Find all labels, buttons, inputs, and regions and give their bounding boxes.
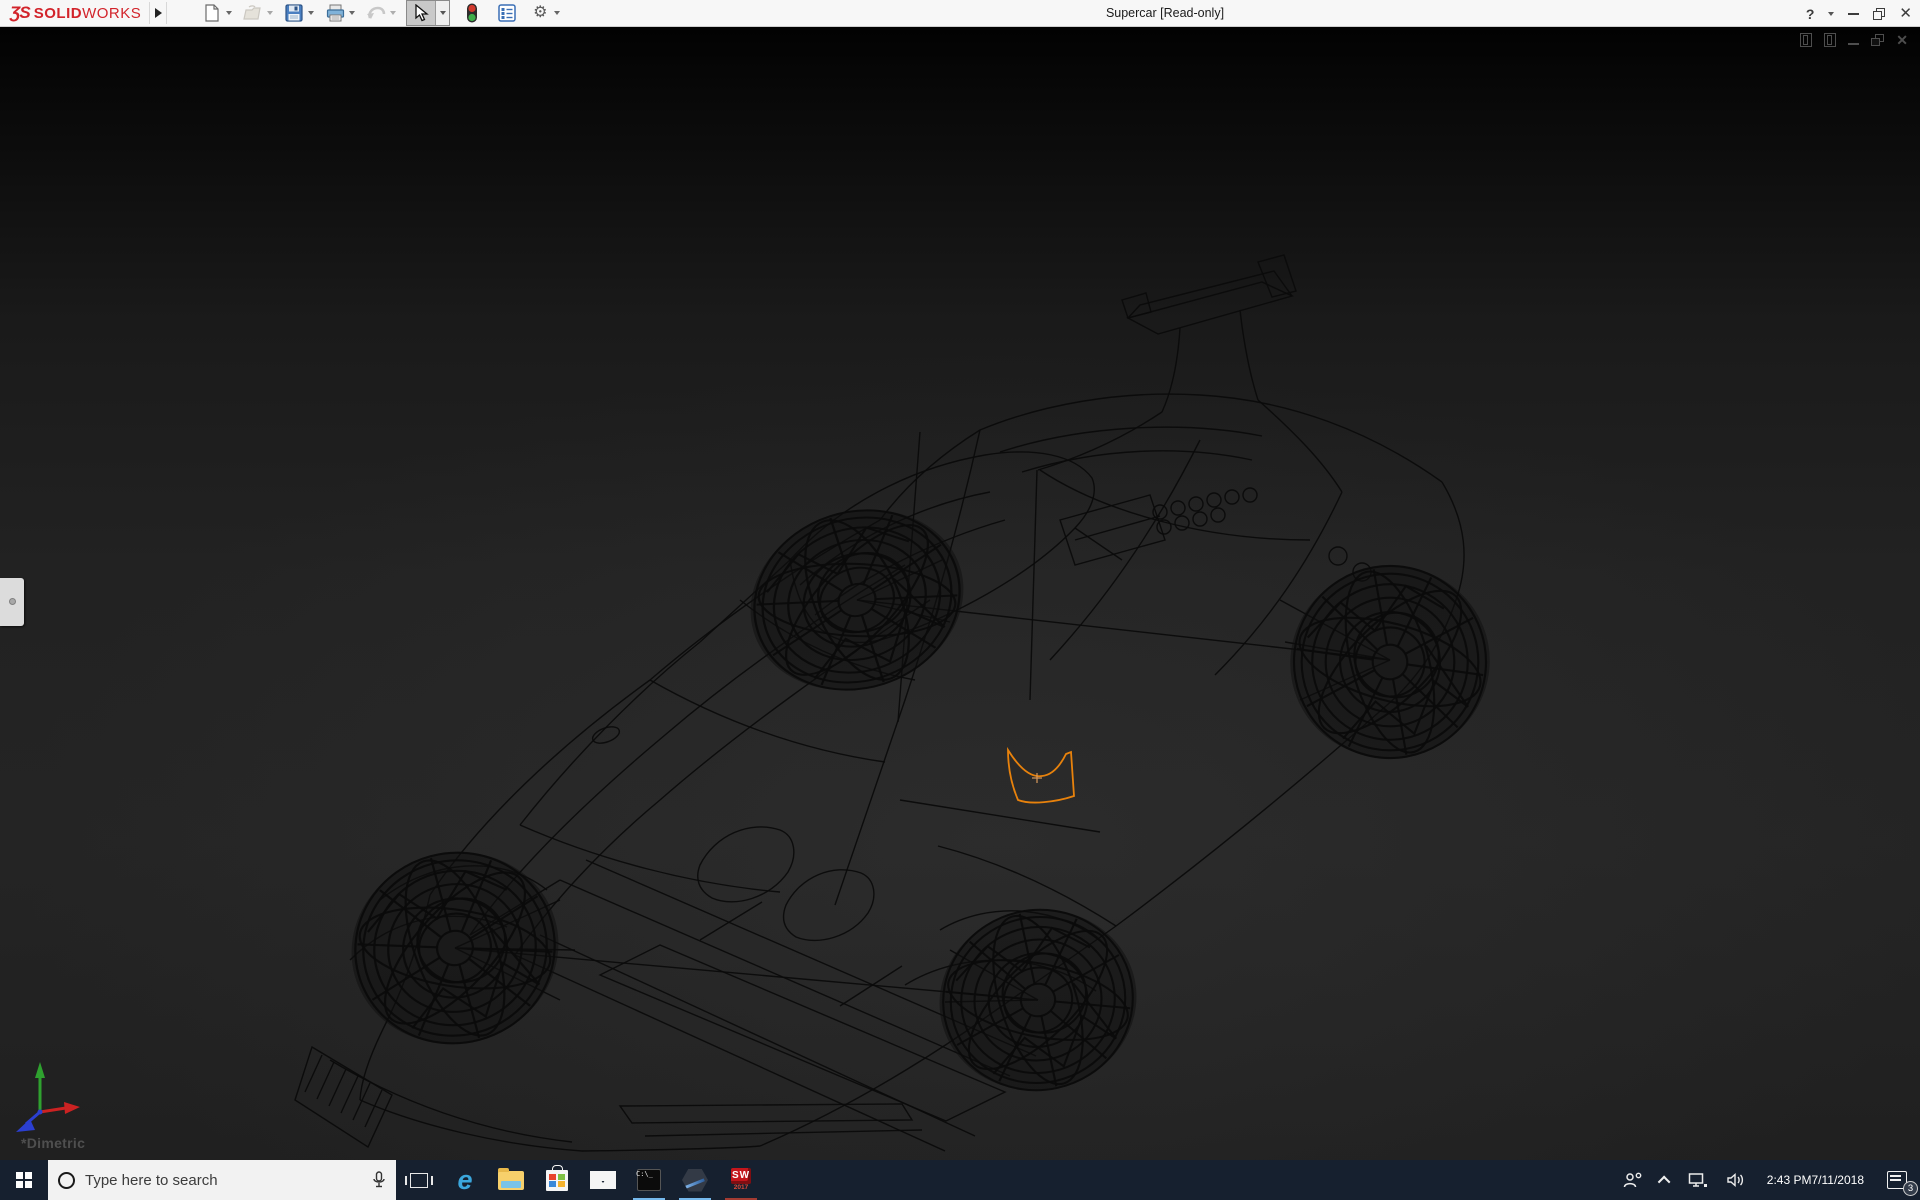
- cortana-icon: [58, 1172, 75, 1189]
- clock-time: 2:43 PM: [1767, 1173, 1812, 1188]
- wheel-rear-left: [726, 483, 988, 718]
- new-document-button[interactable]: [201, 1, 223, 25]
- gear-icon: ⚙: [533, 5, 547, 21]
- document-window-controls: ✕: [1800, 33, 1908, 47]
- mail-icon: [590, 1171, 616, 1189]
- graphics-viewport[interactable]: ✕: [0, 27, 1920, 1160]
- task-view-icon: [410, 1173, 428, 1188]
- file-properties-button[interactable]: [496, 1, 518, 25]
- clock-date: 7/11/2018: [1812, 1173, 1865, 1188]
- options-dropdown[interactable]: [551, 1, 563, 25]
- help-button[interactable]: ?: [1806, 6, 1815, 22]
- quick-access-toolbar: ⚙: [201, 0, 570, 26]
- hexagon-app-button[interactable]: [672, 1160, 718, 1200]
- solidworks-2017-button[interactable]: SW 2017: [718, 1160, 764, 1200]
- open-button[interactable]: [242, 1, 264, 25]
- save-dropdown[interactable]: [305, 1, 317, 25]
- menu-flyout-button[interactable]: [149, 2, 167, 24]
- file-explorer-button[interactable]: [488, 1160, 534, 1200]
- help-dropdown[interactable]: [1828, 12, 1834, 16]
- minimize-button[interactable]: [1848, 13, 1859, 15]
- ds-logo-icon: ƷS: [10, 3, 30, 23]
- wheel-front-left: [329, 829, 581, 1067]
- notification-badge: 3: [1903, 1181, 1918, 1196]
- people-icon: [1623, 1172, 1643, 1188]
- new-document-dropdown[interactable]: [223, 1, 235, 25]
- options-button[interactable]: ⚙: [529, 1, 551, 25]
- store-button[interactable]: [534, 1160, 580, 1200]
- undo-dropdown[interactable]: [387, 1, 399, 25]
- chevron-up-icon: [1658, 1175, 1671, 1188]
- brand-works: WORKS: [82, 5, 141, 22]
- windows-logo-icon: [16, 1172, 32, 1188]
- open-folder-icon: [243, 5, 263, 21]
- command-prompt-button[interactable]: C:\_: [626, 1160, 672, 1200]
- windows-taskbar: e C:\_ SW 2017: [0, 1160, 1920, 1200]
- network-icon: [1688, 1172, 1708, 1188]
- document-minimize-button[interactable]: [1848, 43, 1859, 46]
- hexagon-app-icon: [682, 1169, 708, 1192]
- open-dropdown[interactable]: [264, 1, 276, 25]
- view-orientation-label: *Dimetric: [21, 1135, 85, 1160]
- print-button[interactable]: [324, 1, 346, 25]
- save-button[interactable]: [283, 1, 305, 25]
- mail-button[interactable]: [580, 1160, 626, 1200]
- edge-icon: e: [457, 1167, 472, 1194]
- restore-button[interactable]: [1873, 8, 1885, 20]
- clock[interactable]: 2:43 PM 7/11/2018: [1759, 1160, 1872, 1200]
- undo-arrow-icon: [366, 5, 386, 21]
- highlighted-sketch[interactable]: [1008, 750, 1074, 803]
- edge-button[interactable]: e: [442, 1160, 488, 1200]
- orientation-triad-icon[interactable]: [16, 1062, 80, 1132]
- close-button[interactable]: ✕: [1899, 6, 1912, 21]
- select-tool-button[interactable]: [406, 0, 450, 26]
- brand-solid: SOLID: [34, 5, 82, 22]
- volume-icon: [1726, 1172, 1746, 1188]
- start-button[interactable]: [0, 1160, 48, 1200]
- document-restore-button[interactable]: [1871, 34, 1884, 46]
- new-document-icon: [204, 4, 220, 22]
- window-title: Supercar [Read-only]: [1106, 0, 1224, 27]
- solidworks-2017-icon: SW 2017: [731, 1168, 751, 1192]
- action-center-button[interactable]: 3: [1880, 1160, 1914, 1200]
- task-view-button[interactable]: [396, 1160, 442, 1200]
- properties-list-icon: [498, 4, 516, 22]
- print-dropdown[interactable]: [346, 1, 358, 25]
- undo-button[interactable]: [365, 1, 387, 25]
- task-pane-toggle-icon[interactable]: [1824, 33, 1836, 47]
- flyout-arrow-icon: [155, 8, 162, 18]
- microphone-icon[interactable]: [372, 1171, 386, 1189]
- car-wireframe: [295, 255, 1506, 1151]
- system-tray: 2:43 PM 7/11/2018 3: [1618, 1160, 1920, 1200]
- network-button[interactable]: [1683, 1160, 1713, 1200]
- store-icon: [546, 1170, 568, 1191]
- wheel-rear-right: [1274, 550, 1506, 774]
- taskbar-search[interactable]: [48, 1160, 396, 1200]
- save-floppy-icon: [285, 4, 303, 22]
- tray-overflow-button[interactable]: [1656, 1160, 1675, 1200]
- people-button[interactable]: [1618, 1160, 1648, 1200]
- cursor-arrow-icon: [414, 4, 429, 22]
- document-close-button[interactable]: ✕: [1896, 33, 1908, 47]
- file-explorer-icon: [498, 1171, 524, 1190]
- traffic-light-icon: [466, 3, 478, 23]
- select-tool-dropdown[interactable]: [435, 1, 449, 25]
- command-prompt-icon: C:\_: [637, 1169, 661, 1191]
- solidworks-logo: ƷS SOLIDWORKS: [0, 0, 173, 26]
- wireframe-car-canvas[interactable]: [0, 27, 1920, 1160]
- title-bar: ƷS SOLIDWORKS: [0, 0, 1920, 27]
- feature-manager-toggle-icon[interactable]: [1800, 33, 1812, 47]
- printer-icon: [326, 4, 345, 22]
- search-input[interactable]: [85, 1172, 362, 1189]
- rebuild-button[interactable]: [461, 1, 483, 25]
- volume-button[interactable]: [1721, 1160, 1751, 1200]
